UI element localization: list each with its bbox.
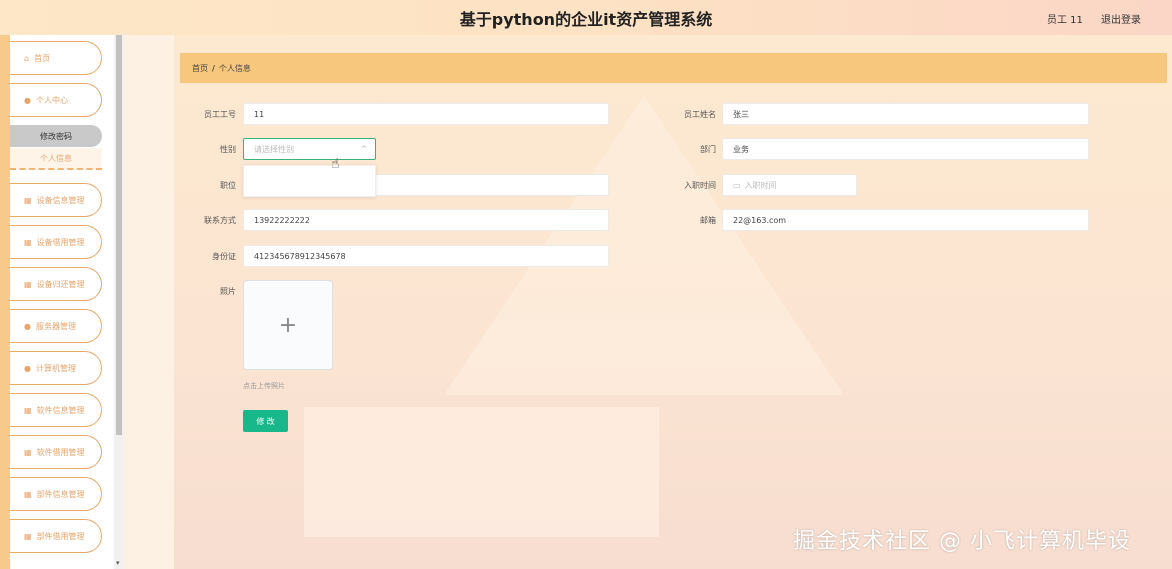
phone-input[interactable]: 13922222222 [243, 209, 609, 231]
user-icon: ● [24, 95, 31, 105]
home-icon: ⌂ [24, 53, 30, 63]
sidebar-item-label: 软件信息管理 [36, 405, 85, 415]
grid-icon: ▦ [24, 279, 32, 289]
photo-upload[interactable]: + [243, 280, 333, 370]
employee-name-label: 员工姓名 [684, 110, 716, 119]
sidebar-item-software-info[interactable]: ▦ 软件信息管理 [10, 393, 102, 427]
sidebar-strip [0, 35, 10, 569]
sidebar-item-software-borrow[interactable]: ▦ 软件借用管理 [10, 435, 102, 469]
sidebar-item-device-info[interactable]: ▦ 设备信息管理 [10, 183, 102, 217]
grid-icon: ▦ [24, 447, 32, 457]
upload-hint: 点击上传照片 [243, 382, 285, 390]
sidebar-item-label: 计算机管理 [35, 363, 76, 373]
sidebar-item-label: 部件借用管理 [36, 531, 85, 541]
sidebar-item-label: 服务器管理 [35, 321, 76, 331]
phone-label: 联系方式 [204, 216, 236, 225]
sidebar-item-device-borrow[interactable]: ▦ 设备借用管理 [10, 225, 102, 259]
grid-icon: ▦ [24, 405, 32, 415]
user-icon: ● [24, 321, 31, 331]
logout-link[interactable]: 退出登录 [1101, 11, 1141, 26]
pointer-cursor-icon: ☝ [331, 156, 340, 172]
top-header: 基于python的企业it资产管理系统 员工 11 退出登录 [0, 0, 1172, 35]
sidebar-item-label: 首页 [34, 53, 51, 63]
sidebar-item-label: 个人中心 [35, 95, 68, 105]
sidebar-item-device-return[interactable]: ▦ 设备归还管理 [10, 267, 102, 301]
breadcrumb-home[interactable]: 首页 [192, 63, 208, 74]
gender-dropdown[interactable] [243, 165, 376, 197]
submit-button[interactable]: 修 改 [243, 410, 288, 432]
sidebar-item-server[interactable]: ● 服务器管理 [10, 309, 102, 343]
breadcrumb-separator: / [212, 63, 215, 73]
gender-select[interactable]: 请选择性别 ^ [243, 138, 376, 160]
main-content: 首页 / 个人信息 员工工号 11 员工姓名 张三 性别 请选择性别 ^ 部门 … [124, 35, 1172, 569]
email-input[interactable]: 22@163.com [722, 209, 1089, 231]
gender-placeholder: 请选择性别 [254, 144, 294, 154]
sidebar-item-label: 设备借用管理 [36, 237, 85, 247]
sidebar-item-label: 部件信息管理 [36, 489, 85, 499]
background-box-decoration [304, 407, 659, 537]
grid-icon: ▦ [24, 195, 32, 205]
sidebar-item-label: 设备信息管理 [36, 195, 85, 205]
breadcrumb-current: 个人信息 [218, 63, 251, 73]
sidebar: ⌂ 首页 ● 个人中心 修改密码 个人信息 ▦ 设备信息管理 ▦ 设备借用管理 … [0, 35, 124, 569]
department-label: 部门 [700, 145, 716, 154]
sidebar-item-computer[interactable]: ● 计算机管理 [10, 351, 102, 385]
sidebar-item-part-borrow[interactable]: ▦ 部件借用管理 [10, 519, 102, 553]
sidebar-item-label: 软件借用管理 [36, 447, 85, 457]
grid-icon: ▦ [24, 237, 32, 247]
current-user: 员工 11 [1047, 15, 1083, 26]
sidebar-item-home[interactable]: ⌂ 首页 [10, 41, 102, 75]
sidebar-subitem-personal-info[interactable]: 个人信息 [10, 148, 102, 170]
plus-icon: + [278, 312, 298, 338]
department-input[interactable]: 业务 [722, 138, 1089, 160]
employee-name-input[interactable]: 张三 [722, 103, 1089, 125]
sidebar-item-label: 设备归还管理 [36, 279, 85, 289]
id-card-input[interactable]: 412345678912345678 [243, 245, 609, 267]
hire-date-picker[interactable]: ▭ 入职时间 [722, 174, 857, 196]
scroll-down-arrow-icon[interactable]: ▾ [116, 559, 122, 567]
grid-icon: ▦ [24, 489, 32, 499]
user-icon: ● [24, 363, 31, 373]
watermark: 掘金技术社区 @ 小飞计算机毕设 [793, 529, 1131, 554]
photo-label: 照片 [220, 287, 236, 296]
sidebar-scroll-thumb[interactable] [116, 35, 122, 435]
position-label: 职位 [220, 181, 236, 190]
hire-date-label: 入职时间 [684, 181, 716, 190]
email-label: 邮箱 [700, 216, 716, 225]
sidebar-item-personal-center[interactable]: ● 个人中心 [10, 83, 102, 117]
sidebar-item-part-info[interactable]: ▦ 部件信息管理 [10, 477, 102, 511]
chevron-up-icon: ^ [361, 145, 367, 153]
sidebar-subitem-change-password[interactable]: 修改密码 [10, 125, 102, 147]
app-title: 基于python的企业it资产管理系统 [459, 10, 713, 29]
gender-label: 性别 [220, 145, 236, 154]
breadcrumb: 首页 / 个人信息 [180, 53, 1167, 83]
id-card-label: 身份证 [212, 252, 236, 261]
employee-id-label: 员工工号 [204, 110, 236, 119]
employee-id-input[interactable]: 11 [243, 103, 609, 125]
grid-icon: ▦ [24, 531, 32, 541]
hire-date-placeholder: 入职时间 [744, 180, 777, 190]
calendar-icon: ▭ [733, 180, 741, 190]
